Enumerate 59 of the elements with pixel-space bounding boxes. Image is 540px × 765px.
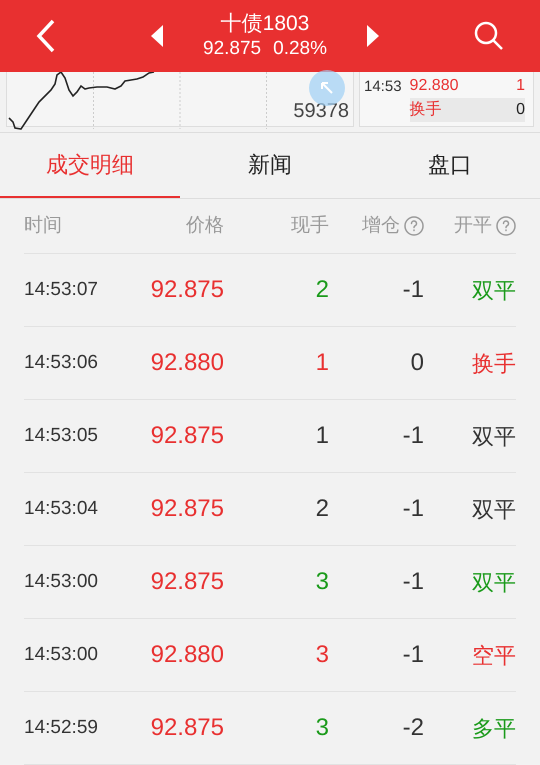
column-header: 开平 [454,214,492,238]
trade-type-cell-text: 多平 [471,714,516,742]
help-icon[interactable] [404,216,424,236]
open-interest-cell-text: -1 [402,567,424,597]
trade-volume: 1 [516,76,525,96]
tab[interactable]: 盘口 [360,133,540,198]
open-interest-cell-text: -1 [402,275,424,305]
volume-cell-text: 1 [314,421,329,451]
time-cell-text: 14:53:00 [24,642,99,667]
search-icon[interactable] [474,20,504,51]
previous-icon[interactable] [151,24,163,47]
trade-type-value: 0 [516,100,525,120]
help-icon[interactable] [496,216,516,236]
volume-cell-text: 3 [314,640,329,670]
trade-price: 92.880 [410,76,458,96]
volume-cell-text: 1 [314,348,329,378]
open-interest-cell-text: -1 [402,421,424,451]
open-interest-cell-text: -2 [402,713,424,743]
trade-type: 换手 [410,100,442,120]
volume-cell-text: 2 [314,494,329,524]
open-interest-cell-text: -1 [402,494,424,524]
volume-cell-text: 3 [314,567,329,597]
last-price: 92.875 [203,37,262,61]
time-cell-text: 14:52:59 [24,716,99,740]
trade-type-cell-text: 双平 [471,568,516,596]
price-cell-text: 92.880 [150,640,224,670]
open-interest-cell-text: -1 [402,640,424,670]
time-cell-text: 14:53:07 [24,278,99,302]
back-icon[interactable] [36,18,56,53]
volume-cell-text: 2 [314,275,329,305]
price-cell-text: 92.875 [150,275,224,305]
trade-type-cell-text: 双平 [471,496,516,524]
trade-time: 14:53 [364,76,402,97]
time-cell-text: 14:53:05 [24,424,99,448]
price-cell-text: 92.875 [150,494,224,524]
column-header: 增仓 [362,214,400,238]
open-interest-cell-text: 0 [410,348,424,378]
change-percent: 0.28% [273,37,327,61]
price-cell-text: 92.875 [150,567,224,597]
volume-label: 59378 [293,99,349,124]
time-cell-text: 14:53:04 [24,496,99,521]
time-cell-text: 14:53:00 [24,570,99,594]
trade-type-cell-text: 换手 [471,350,516,378]
price-cell-text: 92.880 [150,348,224,378]
column-header: 现手 [291,214,329,238]
trade-type-cell-text: 双平 [471,422,516,450]
column-header: 时间 [24,214,62,238]
tab[interactable]: 新闻 [180,133,360,198]
next-icon[interactable] [367,24,379,47]
column-header: 价格 [186,214,224,238]
instrument-title: 十债1803 [220,10,310,37]
time-cell-text: 14:53:06 [24,350,99,375]
price-cell-text: 92.875 [150,713,224,743]
tab[interactable]: 成交明细 [0,133,180,198]
price-cell-text: 92.875 [150,421,224,451]
trade-type-cell-text: 双平 [471,276,516,304]
trade-type-cell-text: 空平 [471,642,516,670]
arrow-icon [320,80,334,95]
volume-cell-text: 3 [314,713,329,743]
